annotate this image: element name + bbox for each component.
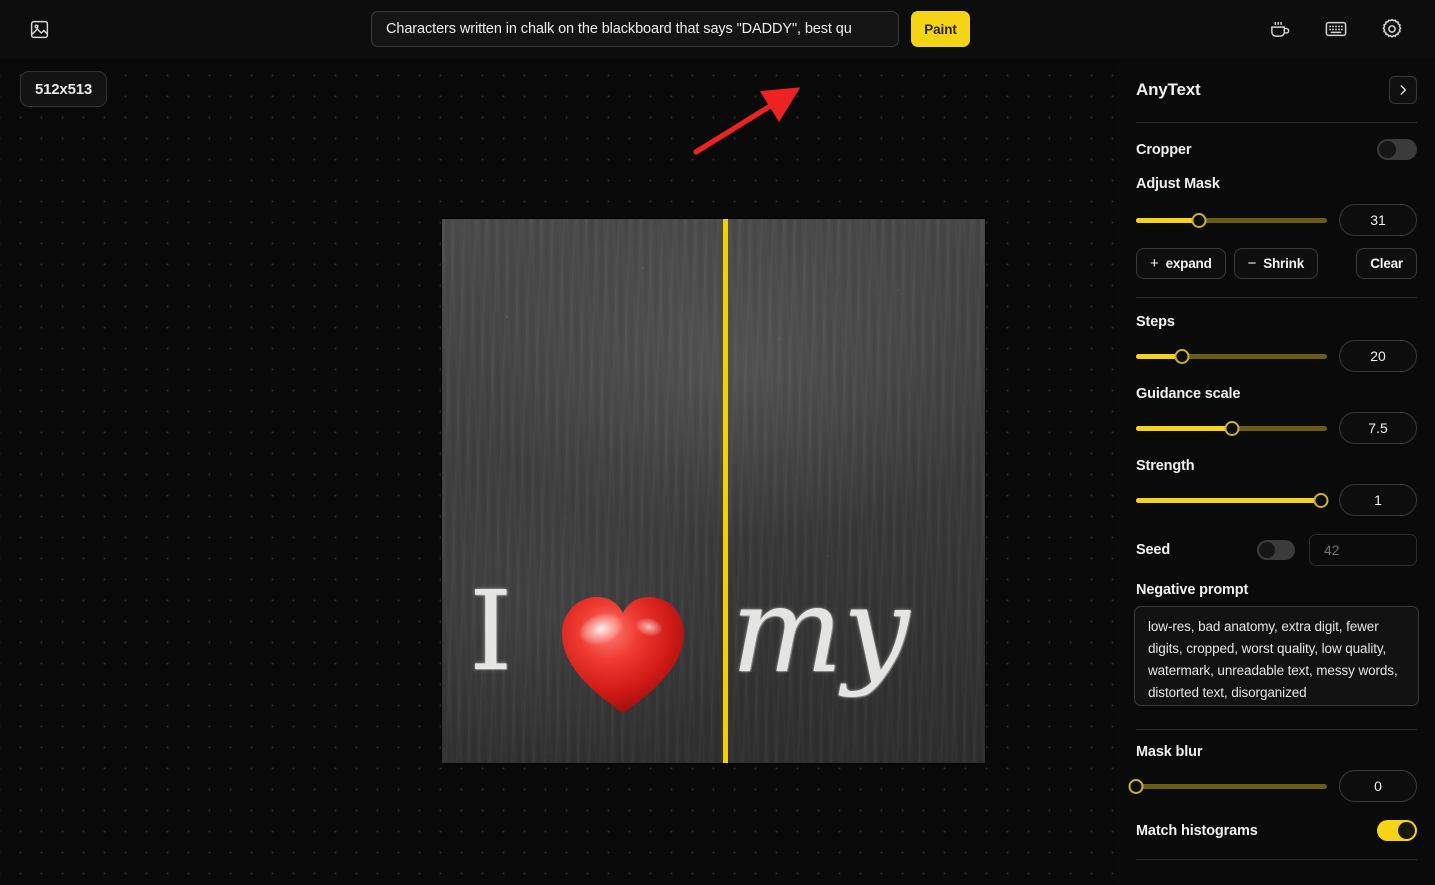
mask-blur-label-row: Mask blur (1134, 744, 1419, 760)
expand-mask-label: expand (1165, 256, 1212, 271)
coffee-cup-icon[interactable] (1265, 14, 1295, 44)
chalk-text-my: my (731, 561, 910, 699)
adjust-mask-label: Adjust Mask (1136, 176, 1220, 192)
clear-mask-label: Clear (1370, 256, 1403, 271)
match-histograms-toggle-knob (1398, 822, 1415, 839)
toolbar-left-group (24, 14, 54, 44)
match-histograms-label: Match histograms (1136, 822, 1258, 839)
panel-title: AnyText (1136, 80, 1201, 99)
toolbar-right-group (1265, 14, 1407, 44)
shrink-mask-label: Shrink (1263, 256, 1305, 271)
cropper-row: Cropper (1134, 139, 1419, 160)
minus-icon: − (1247, 255, 1257, 272)
app-root: Paint (0, 0, 1435, 885)
adjust-mask-label-row: Adjust Mask (1134, 176, 1419, 192)
settings-panel: AnyText Cropper Adjust Mask 31 + expand … (1118, 58, 1435, 885)
seed-toggle[interactable] (1257, 540, 1295, 560)
guidance-thumb[interactable] (1224, 420, 1239, 436)
strength-value[interactable]: 1 (1339, 484, 1417, 516)
steps-label-row: Steps (1134, 314, 1419, 330)
mask-blur-thumb[interactable] (1128, 778, 1144, 794)
cropper-toggle[interactable] (1377, 139, 1417, 160)
steps-slider[interactable] (1136, 346, 1327, 366)
strength-slider[interactable] (1136, 490, 1329, 510)
negative-prompt-input[interactable] (1134, 606, 1419, 706)
prompt-input[interactable] (371, 11, 899, 47)
mask-blur-label: Mask blur (1136, 744, 1203, 760)
canvas-area[interactable]: 512x513 I my (0, 58, 1118, 885)
adjust-mask-slider-row: 31 (1134, 204, 1419, 236)
match-histograms-row: Match histograms (1134, 820, 1419, 841)
keyboard-icon[interactable] (1321, 14, 1351, 44)
steps-slider-row: 20 (1134, 340, 1419, 372)
steps-thumb[interactable] (1174, 348, 1190, 364)
steps-value[interactable]: 20 (1339, 340, 1417, 372)
seed-value-input[interactable]: 42 (1309, 534, 1417, 566)
clear-mask-button[interactable]: Clear (1356, 248, 1417, 279)
guidance-scale-value[interactable]: 7.5 (1339, 412, 1417, 444)
chevron-right-icon[interactable] (1389, 76, 1417, 104)
cropper-toggle-knob (1379, 141, 1396, 158)
strength-fill (1136, 497, 1322, 503)
strength-label: Strength (1136, 458, 1195, 474)
canvas-size-badge: 512x513 (20, 71, 107, 107)
mask-blur-value[interactable]: 0 (1339, 770, 1417, 802)
mask-divider-line[interactable] (723, 219, 728, 763)
steps-label: Steps (1136, 314, 1175, 330)
strength-thumb[interactable] (1313, 492, 1329, 508)
expand-mask-button[interactable]: + expand (1136, 248, 1226, 279)
seed-toggle-knob (1259, 542, 1275, 558)
match-histograms-toggle[interactable] (1377, 820, 1417, 841)
strength-slider-row: 1 (1134, 484, 1419, 516)
image-icon[interactable] (24, 14, 54, 44)
shrink-mask-button[interactable]: − Shrink (1233, 248, 1319, 279)
panel-divider-bottom (1136, 859, 1417, 860)
mask-buttons-row: + expand − Shrink Clear (1134, 248, 1419, 279)
guidance-label-row: Guidance scale (1134, 386, 1419, 402)
guidance-scale-slider[interactable] (1136, 418, 1327, 438)
negative-prompt-label: Negative prompt (1136, 582, 1249, 598)
adjust-mask-fill (1136, 217, 1200, 223)
seed-row: Seed 42 (1134, 534, 1419, 566)
annotation-arrow-icon (690, 86, 801, 163)
paint-button[interactable]: Paint (911, 11, 970, 47)
adjust-mask-slider[interactable] (1136, 210, 1327, 230)
adjust-mask-value[interactable]: 31 (1339, 204, 1417, 236)
panel-header: AnyText (1134, 58, 1419, 122)
strength-label-row: Strength (1134, 458, 1419, 474)
red-heart-icon (557, 591, 689, 719)
seed-label: Seed (1136, 542, 1171, 558)
gear-icon[interactable] (1377, 14, 1407, 44)
prompt-bar: Paint (371, 11, 970, 47)
chalk-text-daddy: DADDY (454, 761, 930, 763)
mask-blur-slider[interactable] (1128, 776, 1327, 796)
mask-blur-slider-row: 0 (1128, 770, 1419, 802)
chalk-text-i: I (469, 567, 513, 695)
negative-prompt-label-row: Negative prompt (1134, 582, 1419, 598)
guidance-scale-label: Guidance scale (1136, 386, 1241, 402)
top-toolbar: Paint (0, 0, 1435, 58)
plus-icon: + (1150, 255, 1159, 272)
cropper-label: Cropper (1136, 141, 1192, 158)
guidance-fill (1136, 425, 1232, 431)
canvas-image[interactable]: I my (441, 218, 986, 764)
guidance-slider-row: 7.5 (1134, 412, 1419, 444)
adjust-mask-thumb[interactable] (1191, 212, 1207, 228)
mask-blur-track (1136, 783, 1327, 789)
